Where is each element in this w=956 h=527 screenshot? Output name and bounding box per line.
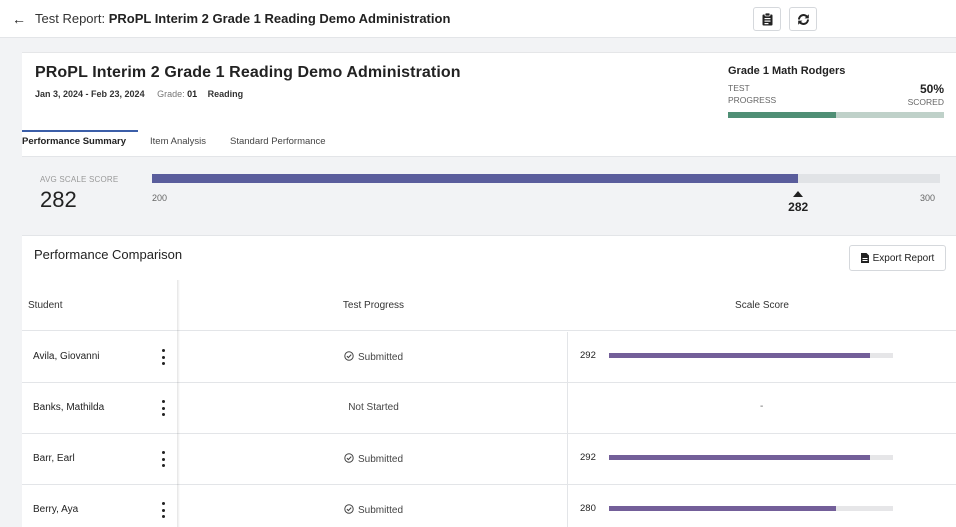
top-bar: ← Test Report: PRoPL Interim 2 Grade 1 R… [0,0,956,38]
scale-score-value: 280 [580,503,596,514]
student-name[interactable]: Avila, Giovanni [33,351,100,362]
avg-score-marker-value: 282 [788,200,809,214]
avg-score-fill [152,174,799,183]
student-name[interactable]: Barr, Earl [33,453,75,464]
sticky-column-shadow [177,280,180,527]
avg-score-marker: 282 [786,191,810,214]
kebab-menu-icon[interactable] [158,400,168,416]
caret-up-icon [793,191,804,197]
test-progress-status: Submitted [180,351,567,364]
page-title-test-name: PRoPL Interim 2 Grade 1 Reading Demo Adm… [108,11,451,26]
progress-percent: 50% [919,82,944,96]
test-title: PRoPL Interim 2 Grade 1 Reading Demo Adm… [35,64,461,81]
file-icon [860,253,869,263]
page-title-prefix: Test Report: [35,11,109,26]
test-progress-status: Not Started [180,402,567,413]
column-header-test-progress[interactable]: Test Progress [180,300,567,311]
avg-score-max: 300 [920,193,936,203]
scale-score-bar [609,353,893,358]
performance-comparison-section: Performance Comparison Export Report Stu… [22,235,956,527]
scale-score-fill [609,455,871,460]
avg-scale-score-label: AVG SCALE SCORE [40,175,119,184]
table-row: Banks, Mathilda Not Started - [22,383,956,434]
student-name[interactable]: Banks, Mathilda [33,402,104,413]
subject-label: Reading [207,89,244,99]
avg-score-bar [152,174,940,183]
back-button[interactable]: ← [10,10,28,28]
table-row: Barr, Earl Submitted 292 [22,434,956,485]
tab-performance-summary[interactable]: Performance Summary [22,130,139,157]
check-circle-icon [344,453,354,466]
column-header-scale-score[interactable]: Scale Score [568,300,956,311]
export-report-button[interactable]: Export Report [849,245,946,271]
check-circle-icon [344,504,354,517]
grade-label: Grade: [157,89,185,99]
test-meta: Jan 3, 2024 - Feb 23, 2024 Grade: 01 Rea… [35,89,243,99]
check-circle-icon [344,351,354,364]
scale-score-bar [609,455,893,460]
status-label: Submitted [357,352,404,363]
avg-scale-score-value: 282 [40,187,77,212]
test-progress-status: Submitted [180,453,567,466]
test-progress-label: TEST PROGRESS [728,82,776,106]
arrow-left-icon: ← [12,11,26,27]
status-label: Submitted [357,454,404,465]
refresh-icon [797,13,809,25]
scale-score-empty: - [760,401,764,412]
kebab-menu-icon[interactable] [158,349,168,365]
column-divider [567,332,568,527]
tab-item-analysis[interactable]: Item Analysis [138,130,218,157]
section-title: Performance Comparison [34,247,183,262]
student-name[interactable]: Berry, Aya [33,504,78,515]
avg-score-min: 200 [152,193,168,203]
clipboard-button[interactable] [753,7,781,31]
kebab-menu-icon[interactable] [158,502,168,518]
scale-score-value: 292 [580,350,596,361]
test-progress-label-line1: TEST [728,83,750,93]
grade-value: 01 [187,89,198,99]
scale-score-bar [609,506,893,511]
test-progress-label-line2: PROGRESS [728,95,777,105]
avg-scale-score-section: AVG SCALE SCORE 282 200 300 282 [22,156,956,234]
scale-score-fill [609,353,871,358]
test-progress-bar [728,112,944,118]
table-row: Avila, Giovanni Submitted 292 [22,332,956,383]
test-progress-panel: Grade 1 Math Rodgers TEST PROGRESS 50% S… [728,65,944,118]
refresh-button[interactable] [789,7,817,31]
test-progress-status: Submitted [180,504,567,517]
progress-scored-label: SCORED [907,97,944,107]
test-progress-fill [728,112,836,118]
test-header-card: PRoPL Interim 2 Grade 1 Reading Demo Adm… [22,52,956,156]
report-tabs: Performance Summary Item Analysis Standa… [22,130,338,157]
tab-standard-performance[interactable]: Standard Performance [218,130,338,157]
test-dates: Jan 3, 2024 - Feb 23, 2024 [35,89,145,99]
table-row: Berry, Aya Submitted 280 [22,485,956,527]
table-header: Student Test Progress Scale Score [22,280,956,331]
clipboard-icon [762,12,772,25]
status-label: Submitted [357,505,404,516]
class-name: Grade 1 Math Rodgers [728,65,846,77]
scale-score-value: 292 [580,452,596,463]
page-title: Test Report: PRoPL Interim 2 Grade 1 Rea… [35,11,450,26]
status-label: Not Started [348,402,399,413]
kebab-menu-icon[interactable] [158,451,168,467]
column-header-student[interactable]: Student [28,300,62,311]
scale-score-fill [609,506,837,511]
export-report-label: Export Report [872,252,935,264]
